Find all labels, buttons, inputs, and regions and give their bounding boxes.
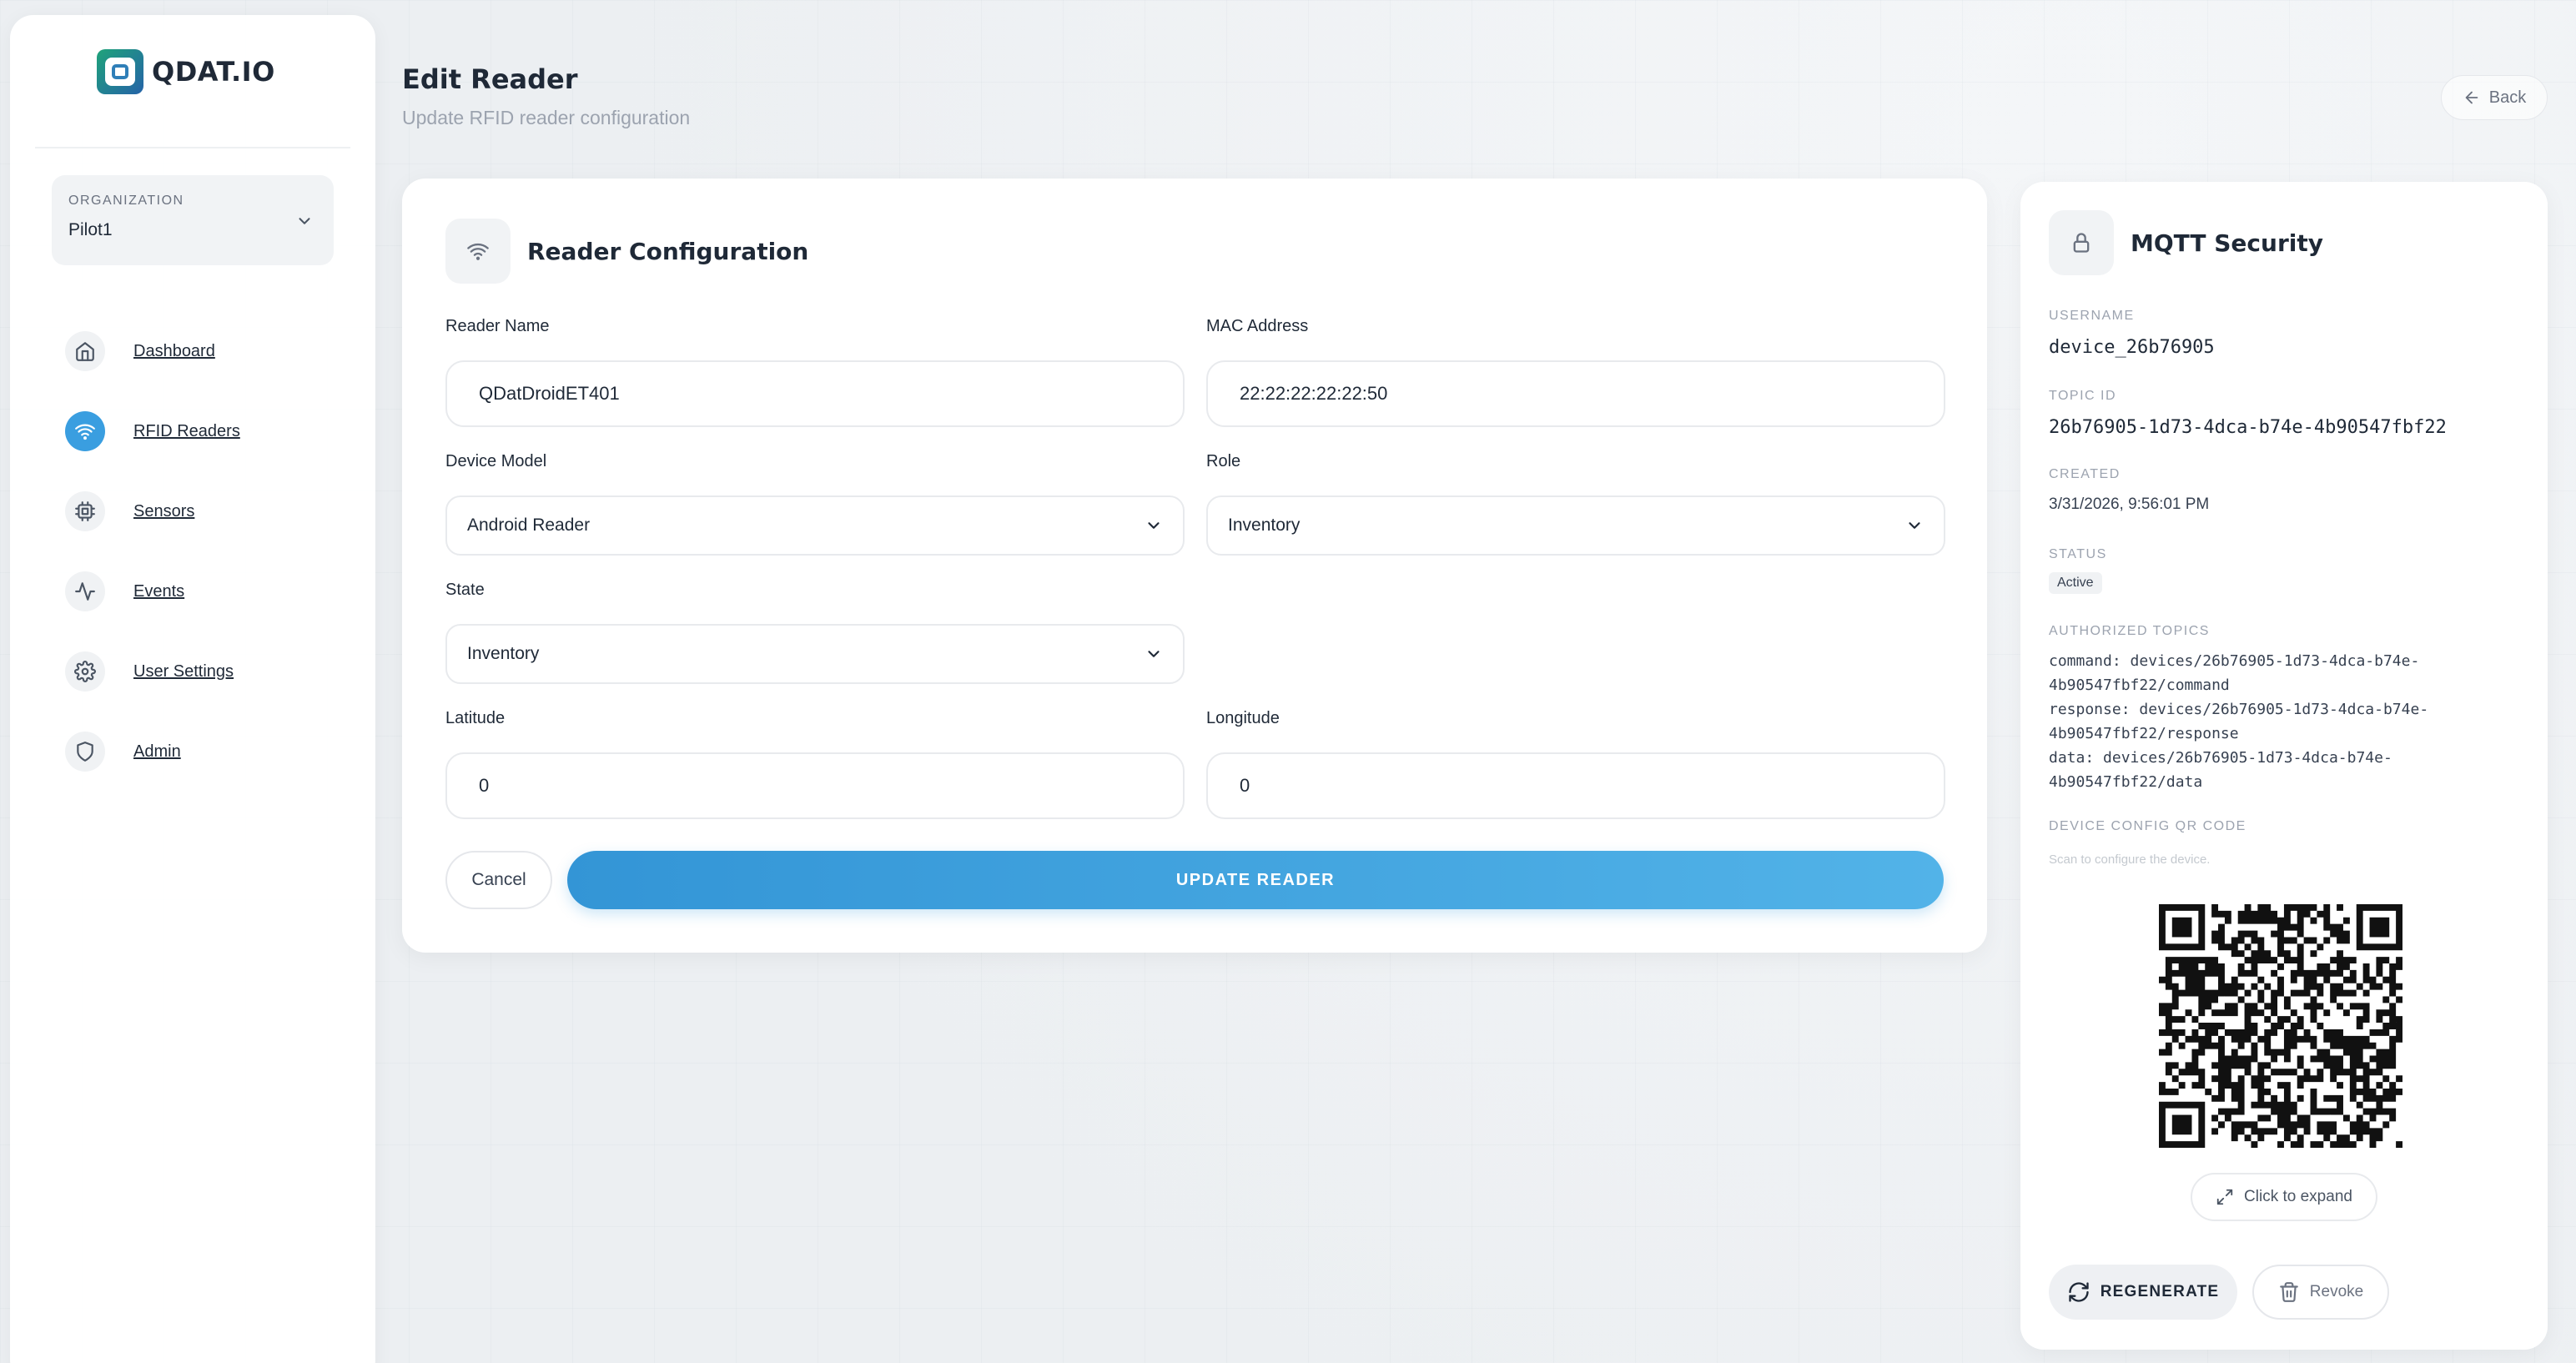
sidebar-item-rfid-readers[interactable]: RFID Readers [52, 391, 352, 471]
regenerate-button[interactable]: REGENERATE [2049, 1265, 2237, 1320]
update-reader-button[interactable]: UPDATE READER [567, 851, 1944, 909]
latitude-label: Latitude [445, 709, 506, 727]
sidebar-item-label[interactable]: RFID Readers [133, 422, 240, 441]
sidebar-item-label[interactable]: Sensors [133, 502, 194, 521]
topic-line: 4b90547fbf22/data [2049, 773, 2203, 791]
mac-address-label: MAC Address [1206, 317, 1309, 335]
topic-line: data: devices/26b76905-1d73-4dca-b74e- [2049, 749, 2392, 767]
expand-qr-button[interactable]: Click to expand [2191, 1173, 2377, 1221]
reader-name-input[interactable] [445, 360, 1185, 427]
back-button[interactable]: Back [2441, 75, 2548, 120]
username-label: USERNAME [2049, 309, 2135, 323]
sidebar-divider [35, 147, 350, 148]
sidebar-nav: Dashboard RFID Readers Sensors Events Us… [52, 311, 352, 792]
organization-select[interactable]: ORGANIZATION Pilot1 [52, 175, 334, 265]
wifi-icon [445, 219, 511, 284]
authorized-topics-list: command: devices/26b76905-1d73-4dca-b74e… [2049, 649, 2516, 794]
topic-line: command: devices/26b76905-1d73-4dca-b74e… [2049, 652, 2420, 670]
sidebar-item-events[interactable]: Events [52, 551, 352, 631]
sidebar-item-admin[interactable]: Admin [52, 712, 352, 792]
state-value: Inventory [467, 644, 540, 663]
topic-id-value: 26b76905-1d73-4dca-b74e-4b90547fbf22 [2049, 417, 2447, 438]
device-model-value: Android Reader [467, 516, 591, 535]
card-header: Reader Configuration [445, 219, 808, 284]
page-subtitle: Update RFID reader configuration [402, 107, 691, 128]
qr-code-hint: Scan to configure the device. [2049, 853, 2211, 867]
brand[interactable]: QDAT.IO [97, 47, 275, 97]
qdat-logo-icon [97, 49, 143, 94]
chevron-down-icon [299, 218, 310, 224]
brand-name: QDAT.IO [152, 56, 275, 88]
topic-line: 4b90547fbf22/command [2049, 676, 2230, 694]
device-config-qr-code[interactable] [2159, 904, 2402, 1148]
shield-icon [65, 732, 105, 772]
chip-icon [65, 491, 105, 531]
state-label: State [445, 581, 485, 599]
created-value: 3/31/2026, 9:56:01 PM [2049, 495, 2210, 513]
qr-code-image [2159, 904, 2402, 1148]
sidebar-item-dashboard[interactable]: Dashboard [52, 311, 352, 391]
wifi-icon [65, 411, 105, 451]
sidebar-item-user-settings[interactable]: User Settings [52, 631, 352, 712]
sidebar: QDAT.IO ORGANIZATION Pilot1 Dashboard RF… [10, 15, 375, 1363]
card-title: Reader Configuration [527, 237, 809, 265]
sidebar-item-label[interactable]: Admin [133, 742, 181, 762]
role-select[interactable]: Inventory [1206, 495, 1945, 556]
chevron-down-icon [1148, 522, 1160, 529]
revoke-button[interactable]: Revoke [2252, 1265, 2389, 1320]
topic-line: 4b90547fbf22/response [2049, 725, 2239, 742]
authorized-topics-label: AUTHORIZED TOPICS [2049, 624, 2210, 638]
regenerate-label: REGENERATE [2100, 1283, 2220, 1300]
role-value: Inventory [1228, 516, 1301, 535]
organization-label: ORGANIZATION [68, 194, 184, 208]
organization-value: Pilot1 [68, 220, 113, 239]
trash-icon [2279, 1282, 2298, 1302]
gear-icon [65, 651, 105, 692]
device-model-label: Device Model [445, 452, 547, 470]
longitude-label: Longitude [1206, 709, 1280, 727]
chevron-down-icon [1148, 651, 1160, 657]
revoke-label: Revoke [2309, 1283, 2364, 1300]
mqtt-header: MQTT Security [2049, 210, 2323, 275]
role-label: Role [1206, 452, 1241, 470]
topic-line: response: devices/26b76905-1d73-4dca-b74… [2049, 701, 2429, 718]
status-label: STATUS [2049, 547, 2107, 561]
page-title: Edit Reader [402, 63, 578, 95]
activity-icon [65, 571, 105, 611]
refresh-icon [2069, 1282, 2089, 1302]
mqtt-title: MQTT Security [2131, 229, 2323, 257]
username-value: device_26b76905 [2049, 337, 2215, 358]
state-select[interactable]: Inventory [445, 624, 1185, 684]
qr-code-label: DEVICE CONFIG QR CODE [2049, 819, 2246, 833]
lock-icon [2049, 210, 2114, 275]
expand-icon [2216, 1189, 2233, 1205]
status-badge: Active [2049, 572, 2102, 594]
sidebar-item-sensors[interactable]: Sensors [52, 471, 352, 551]
sidebar-item-label[interactable]: User Settings [133, 662, 234, 682]
mac-address-input[interactable] [1206, 360, 1945, 427]
topic-id-label: TOPIC ID [2049, 389, 2117, 403]
longitude-input[interactable] [1206, 752, 1945, 819]
sidebar-item-label[interactable]: Events [133, 582, 184, 601]
arrow-left-icon [2465, 91, 2478, 104]
device-model-select[interactable]: Android Reader [445, 495, 1185, 556]
sidebar-item-label[interactable]: Dashboard [133, 342, 215, 361]
created-label: CREATED [2049, 467, 2121, 481]
chevron-down-icon [1909, 522, 1920, 529]
expand-label: Click to expand [2244, 1188, 2352, 1205]
latitude-input[interactable] [445, 752, 1185, 819]
home-icon [65, 331, 105, 371]
back-label: Back [2488, 88, 2527, 107]
reader-configuration-card: Reader Configuration Reader Name MAC Add… [402, 179, 1987, 953]
reader-name-label: Reader Name [445, 317, 550, 335]
cancel-button[interactable]: Cancel [445, 851, 552, 909]
mqtt-security-card: MQTT Security USERNAME device_26b76905 T… [2020, 182, 2548, 1350]
